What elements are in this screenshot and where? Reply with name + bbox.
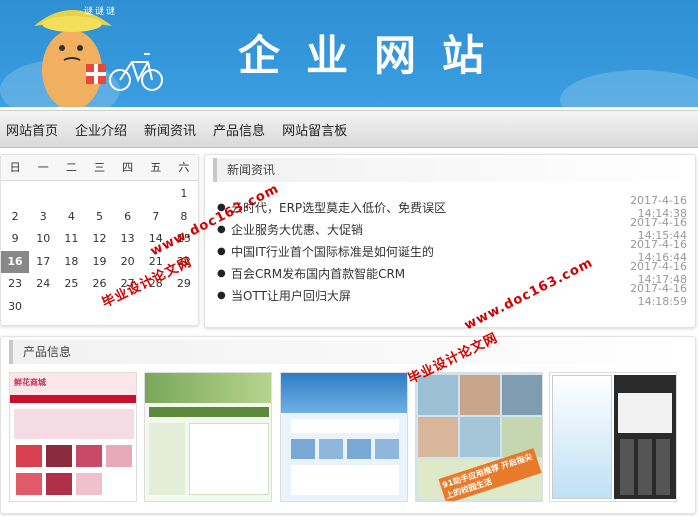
calendar-day[interactable]: 3 xyxy=(29,206,57,229)
header-banner: 谜谜谜 企业网站 xyxy=(0,0,698,107)
products-panel-title: 产品信息 xyxy=(9,340,695,364)
nav-home[interactable]: 网站首页 xyxy=(6,120,58,139)
product-thumbnail-mobile-app[interactable] xyxy=(549,372,677,502)
calendar-day[interactable]: 9 xyxy=(1,228,29,251)
news-item[interactable]: ● 云时代，ERP选型莫走入低价、免费误区 2017-4-16 14:14:38 xyxy=(217,194,695,220)
news-item[interactable]: ● 中国IT行业首个国际标准是如何诞生的 2017-4-16 14:16:44 xyxy=(217,238,695,264)
mascot-speech: 谜谜谜 xyxy=(84,7,118,17)
weekday-label: 四 xyxy=(122,161,134,174)
calendar-empty-cell xyxy=(29,296,57,319)
news-item[interactable]: ● 百会CRM发布国内首款智能CRM 2017-4-16 14:17:48 xyxy=(217,260,695,286)
calendar-day[interactable]: 1 xyxy=(170,183,198,206)
weekday-label: 五 xyxy=(150,161,162,174)
calendar-day[interactable]: 23 xyxy=(1,273,29,296)
bicycle-icon xyxy=(109,53,163,91)
calendar-day[interactable]: 24 xyxy=(29,273,57,296)
calendar-day[interactable]: 6 xyxy=(114,206,142,229)
calendar-empty-cell xyxy=(57,183,85,206)
news-headline[interactable]: 百会CRM发布国内首款智能CRM xyxy=(231,265,579,282)
calendar-day[interactable]: 5 xyxy=(85,206,113,229)
calendar-empty-cell xyxy=(142,296,170,319)
news-panel-title: 新闻资讯 xyxy=(213,158,695,182)
news-item[interactable]: ● 企业服务大优惠、大促销 2017-4-16 14:15:44 xyxy=(217,216,695,242)
weekday-label: 三 xyxy=(93,161,105,174)
nav-about[interactable]: 企业介绍 xyxy=(75,120,127,139)
site-title: 企业网站 xyxy=(238,31,511,80)
products-panel: 产品信息 鲜花商城 91助手应用推荐 开启指尖上的校园生活 xyxy=(0,336,696,514)
nav-guestbook[interactable]: 网站留言板 xyxy=(282,120,347,139)
weekday-label: 二 xyxy=(65,161,77,174)
calendar-day[interactable]: 20 xyxy=(114,251,142,274)
cloud-decoration xyxy=(560,70,698,107)
calendar-day[interactable]: 18 xyxy=(57,251,85,274)
calendar-weekdays: 日 一 二 三 四 五 六 xyxy=(1,155,198,181)
calendar-day[interactable]: 12 xyxy=(85,228,113,251)
news-time: 2017-4-16 14:18:59 xyxy=(630,282,687,308)
weekday-label: 一 xyxy=(37,161,49,174)
calendar-day[interactable]: 17 xyxy=(29,251,57,274)
news-list: ● 云时代，ERP选型莫走入低价、免费误区 2017-4-16 14:14:38… xyxy=(205,194,695,308)
calendar-day[interactable]: 4 xyxy=(57,206,85,229)
product-caption: 鲜花商城 xyxy=(14,378,46,387)
calendar-day[interactable]: 13 xyxy=(114,228,142,251)
calendar-empty-cell xyxy=(142,183,170,206)
calendar-empty-cell xyxy=(114,183,142,206)
calendar-day[interactable]: 16 xyxy=(1,250,30,273)
calendar-day[interactable]: 30 xyxy=(1,296,29,319)
calendar-day[interactable]: 2 xyxy=(1,206,29,229)
news-item[interactable]: ● 当OTT让用户回归大屏 2017-4-16 14:18:59 xyxy=(217,282,695,308)
product-thumbnail-flower-shop[interactable]: 鲜花商城 xyxy=(9,372,137,502)
calendar-day[interactable]: 25 xyxy=(57,273,85,296)
product-thumbnail-campus-app[interactable]: 91助手应用推荐 开启指尖上的校园生活 xyxy=(415,372,543,502)
calendar-empty-cell xyxy=(85,183,113,206)
news-headline[interactable]: 云时代，ERP选型莫走入低价、免费误区 xyxy=(231,199,579,216)
calendar-day[interactable]: 10 xyxy=(29,228,57,251)
news-headline[interactable]: 中国IT行业首个国际标准是如何诞生的 xyxy=(231,243,579,260)
product-thumbnail-blue-site[interactable] xyxy=(280,372,408,502)
calendar-day[interactable]: 7 xyxy=(142,206,170,229)
news-headline[interactable]: 企业服务大优惠、大促销 xyxy=(231,221,579,238)
calendar-empty-cell xyxy=(57,296,85,319)
bullet-icon: ● xyxy=(217,289,226,301)
product-thumbnail-green-site[interactable] xyxy=(144,372,272,502)
bullet-icon: ● xyxy=(217,267,226,279)
nav-news[interactable]: 新闻资讯 xyxy=(144,120,196,139)
calendar-day[interactable]: 11 xyxy=(57,228,85,251)
weekday-label: 六 xyxy=(178,161,190,174)
news-panel: 新闻资讯 ● 云时代，ERP选型莫走入低价、免费误区 2017-4-16 14:… xyxy=(204,154,696,328)
calendar-empty-cell xyxy=(29,183,57,206)
calendar-empty-cell xyxy=(170,296,198,319)
main-nav: 网站首页 企业介绍 新闻资讯 产品信息 网站留言板 xyxy=(0,110,698,148)
bullet-icon: ● xyxy=(217,245,226,257)
weekday-label: 日 xyxy=(9,161,21,174)
calendar-empty-cell xyxy=(1,183,29,206)
calendar-day[interactable]: 19 xyxy=(85,251,113,274)
nav-products[interactable]: 产品信息 xyxy=(213,120,265,139)
